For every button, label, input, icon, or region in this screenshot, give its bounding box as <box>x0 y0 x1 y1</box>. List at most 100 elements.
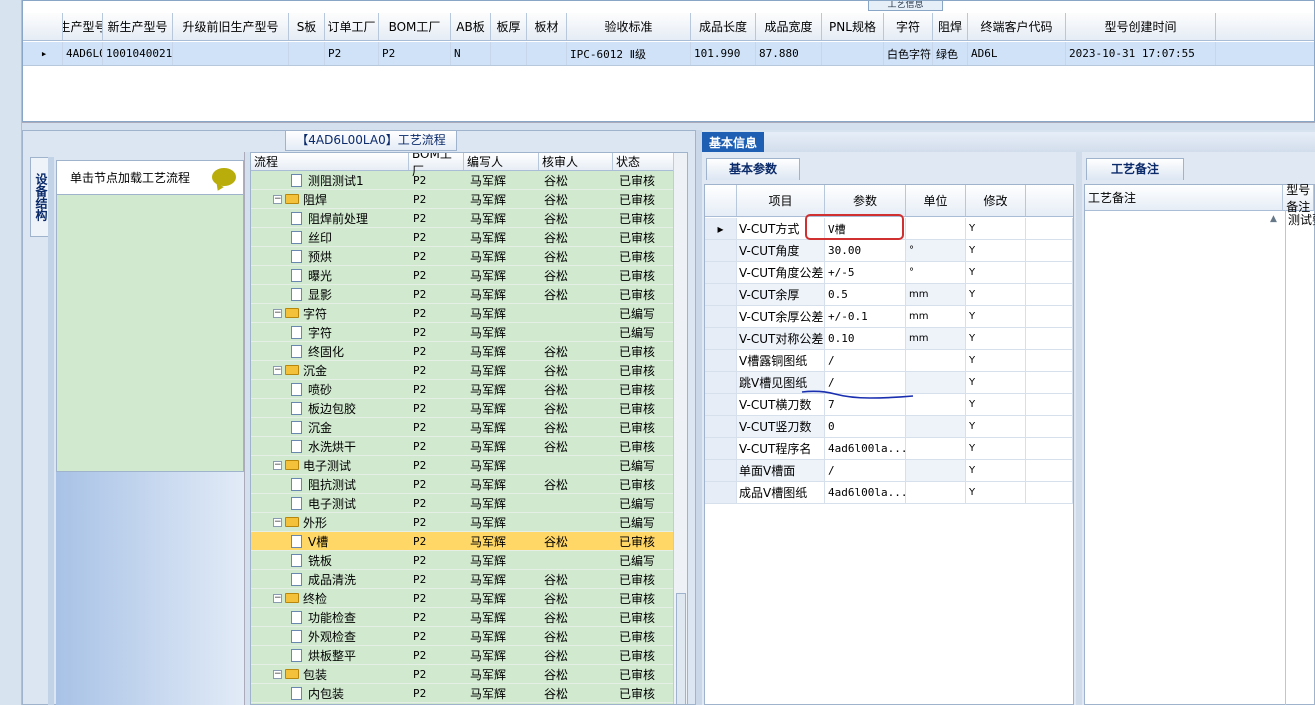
tree-node[interactable]: − 终检 <box>251 589 409 607</box>
param-modify-cell[interactable]: Y <box>966 460 1026 481</box>
param-row[interactable]: V槽露铜图纸 / Y <box>705 350 1073 372</box>
scroll-up-arrow-icon[interactable]: ▲ <box>1270 214 1277 224</box>
tree-node[interactable]: V槽 <box>251 532 409 550</box>
grid-cell[interactable]: 101.990 <box>691 42 756 65</box>
param-value-cell[interactable]: / <box>825 460 906 481</box>
grid-cell[interactable]: 87.880 <box>756 42 822 65</box>
collapse-icon[interactable]: − <box>273 460 282 470</box>
tree-node[interactable]: 预烘 <box>251 247 409 265</box>
param-column-header[interactable]: 修改 <box>966 185 1026 216</box>
grid-cell[interactable] <box>491 42 527 65</box>
param-modify-cell[interactable]: Y <box>966 394 1026 415</box>
param-row[interactable]: V-CUT角度公差 +/-5 ° Y <box>705 262 1073 284</box>
collapse-icon[interactable]: − <box>273 517 282 527</box>
tree-row[interactable]: 内包装 P2 马军辉 谷松 已审核 <box>251 684 675 703</box>
tree-row[interactable]: 烘板整平 P2 马军辉 谷松 已审核 <box>251 646 675 665</box>
tree-node[interactable]: 丝印 <box>251 228 409 246</box>
tree-row[interactable]: 显影 P2 马军辉 谷松 已审核 <box>251 285 675 304</box>
tree-row[interactable]: 成品清洗 P2 马军辉 谷松 已审核 <box>251 570 675 589</box>
param-modify-cell[interactable]: Y <box>966 218 1026 239</box>
tree-row[interactable]: − 沉金 P2 马军辉 谷松 已审核 <box>251 361 675 380</box>
tree-node[interactable]: 终固化 <box>251 342 409 360</box>
param-row[interactable]: 成品V槽图纸 4ad6l00la... Y <box>705 482 1073 504</box>
grid-cell[interactable] <box>822 42 884 65</box>
tree-node[interactable]: 沉金 <box>251 418 409 436</box>
collapse-icon[interactable]: − <box>273 194 282 204</box>
param-column-header[interactable]: 项目 <box>737 185 825 216</box>
param-row[interactable]: V-CUT竖刀数 0 Y <box>705 416 1073 438</box>
param-value-cell[interactable]: 4ad6l00la... <box>825 482 906 503</box>
column-header[interactable]: 字符 <box>884 13 933 40</box>
tree-column-header[interactable]: 状态 <box>613 153 675 170</box>
model-grid-row[interactable]: ▸4AD6L00LA010010400216432P2P2NIPC-6012 Ⅱ… <box>23 42 1314 66</box>
process-notes-tab[interactable]: 工艺备注 <box>1086 158 1184 180</box>
tree-row[interactable]: 字符 P2 马军辉 已编写 <box>251 323 675 342</box>
model-note-cell[interactable]: 测试要求 <box>1285 210 1315 705</box>
tree-column-header[interactable]: 流程 <box>251 153 409 170</box>
param-value-cell[interactable]: +/-0.1 <box>825 306 906 327</box>
tree-node[interactable]: 曝光 <box>251 266 409 284</box>
tree-row[interactable]: − 外形 P2 马军辉 已编写 <box>251 513 675 532</box>
tree-node[interactable]: 喷砂 <box>251 380 409 398</box>
param-modify-cell[interactable]: Y <box>966 416 1026 437</box>
param-row[interactable]: V-CUT余厚公差 +/-0.1 mm Y <box>705 306 1073 328</box>
tree-node[interactable]: 字符 <box>251 323 409 341</box>
tree-row[interactable]: 功能检查 P2 马军辉 谷松 已审核 <box>251 608 675 627</box>
tree-node[interactable]: 成品清洗 <box>251 570 409 588</box>
tree-node[interactable]: 显影 <box>251 285 409 303</box>
param-row[interactable]: V-CUT程序名 4ad6l00la... Y <box>705 438 1073 460</box>
column-header[interactable]: 型号创建时间 <box>1066 13 1216 40</box>
notes-column-header[interactable]: 型号备注 <box>1283 183 1314 214</box>
param-value-cell[interactable]: 0.10 <box>825 328 906 349</box>
param-row[interactable]: V-CUT角度 30.00 ° Y <box>705 240 1073 262</box>
tree-row[interactable]: 预烘 P2 马军辉 谷松 已审核 <box>251 247 675 266</box>
grid-cell[interactable]: 绿色 <box>933 42 968 65</box>
tree-scrollbar-thumb[interactable] <box>676 593 686 704</box>
column-header[interactable]: 生产型号 <box>63 13 103 40</box>
tree-row[interactable]: − 电子测试 P2 马军辉 已编写 <box>251 456 675 475</box>
tree-node[interactable]: 铣板 <box>251 551 409 569</box>
tree-row[interactable]: − 包装 P2 马军辉 谷松 已审核 <box>251 665 675 684</box>
tree-scrollbar[interactable] <box>673 153 687 704</box>
tree-node[interactable]: 功能检查 <box>251 608 409 626</box>
column-header[interactable]: 新生产型号 <box>103 13 173 40</box>
param-column-header[interactable]: 参数 <box>825 185 906 216</box>
tree-row[interactable]: − 终检 P2 马军辉 谷松 已审核 <box>251 589 675 608</box>
grid-cell[interactable]: 白色字符 <box>884 42 933 65</box>
grid-cell[interactable]: P2 <box>379 42 451 65</box>
column-header[interactable]: 成品长度 <box>691 13 756 40</box>
process-info-tab[interactable]: 工艺信息 <box>868 1 943 11</box>
tree-row[interactable]: 外观检查 P2 马军辉 谷松 已审核 <box>251 627 675 646</box>
collapse-icon[interactable]: − <box>273 308 282 318</box>
tree-node[interactable]: 测阻测试1 <box>251 171 409 189</box>
column-header[interactable]: 阻焊 <box>933 13 968 40</box>
column-header[interactable]: 验收标准 <box>567 13 691 40</box>
basic-params-tab[interactable]: 基本参数 <box>706 158 800 180</box>
grid-cell[interactable] <box>527 42 567 65</box>
tree-row[interactable]: 阻抗测试 P2 马军辉 谷松 已审核 <box>251 475 675 494</box>
grid-cell[interactable] <box>289 42 325 65</box>
param-modify-cell[interactable]: Y <box>966 482 1026 503</box>
param-value-cell[interactable]: 0 <box>825 416 906 437</box>
column-header[interactable]: 成品宽度 <box>756 13 822 40</box>
tree-node[interactable]: 阻焊前处理 <box>251 209 409 227</box>
notes-column-header[interactable]: 工艺备注 <box>1085 185 1284 210</box>
column-header[interactable]: 升级前旧生产型号 <box>173 13 289 40</box>
grid-cell[interactable]: IPC-6012 Ⅱ级 <box>567 42 691 65</box>
param-modify-cell[interactable]: Y <box>966 372 1026 393</box>
param-column-header[interactable]: 单位 <box>906 185 966 216</box>
tree-row[interactable]: 终固化 P2 马军辉 谷松 已审核 <box>251 342 675 361</box>
tree-row[interactable]: − 字符 P2 马军辉 已编写 <box>251 304 675 323</box>
horizontal-splitter[interactable] <box>22 122 1315 130</box>
tree-node[interactable]: − 包装 <box>251 665 409 683</box>
param-modify-cell[interactable]: Y <box>966 306 1026 327</box>
tree-column-header[interactable]: BOM工厂 <box>409 153 464 178</box>
tree-row[interactable]: 喷砂 P2 马军辉 谷松 已审核 <box>251 380 675 399</box>
column-header[interactable]: 板材 <box>527 13 567 40</box>
tree-row[interactable]: 板边包胶 P2 马军辉 谷松 已审核 <box>251 399 675 418</box>
tree-row[interactable]: 阻焊前处理 P2 马军辉 谷松 已审核 <box>251 209 675 228</box>
collapse-icon[interactable]: − <box>273 669 282 679</box>
column-header[interactable]: 板厚 <box>491 13 527 40</box>
column-header[interactable]: 终端客户代码 <box>968 13 1066 40</box>
tree-row[interactable]: − 阻焊 P2 马军辉 谷松 已审核 <box>251 190 675 209</box>
